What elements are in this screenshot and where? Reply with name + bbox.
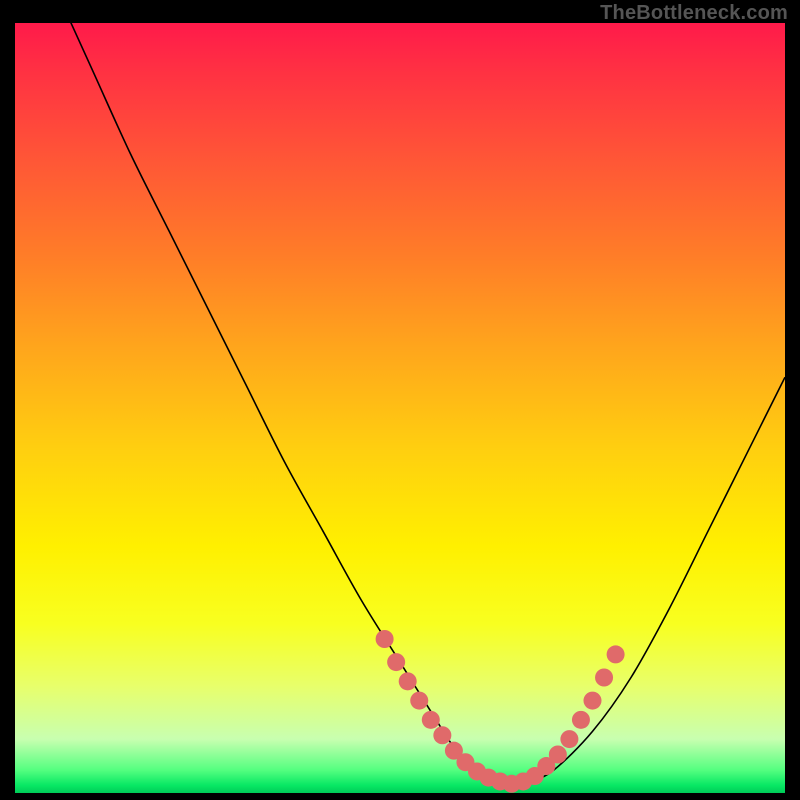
scatter-point [572,711,590,729]
chart-stage: TheBottleneck.com [0,0,800,800]
watermark-text: TheBottleneck.com [600,2,788,25]
scatter-point [560,730,578,748]
scatter-point [433,726,451,744]
scatter-point [584,692,602,710]
scatter-group [376,630,625,793]
scatter-point [549,746,567,764]
plot-area [15,23,785,793]
scatter-point [595,669,613,687]
bottleneck-curve [15,23,785,785]
scatter-point [376,630,394,648]
scatter-point [422,711,440,729]
scatter-point [410,692,428,710]
scatter-point [607,645,625,663]
scatter-point [387,653,405,671]
chart-svg [15,23,785,793]
scatter-point [399,672,417,690]
